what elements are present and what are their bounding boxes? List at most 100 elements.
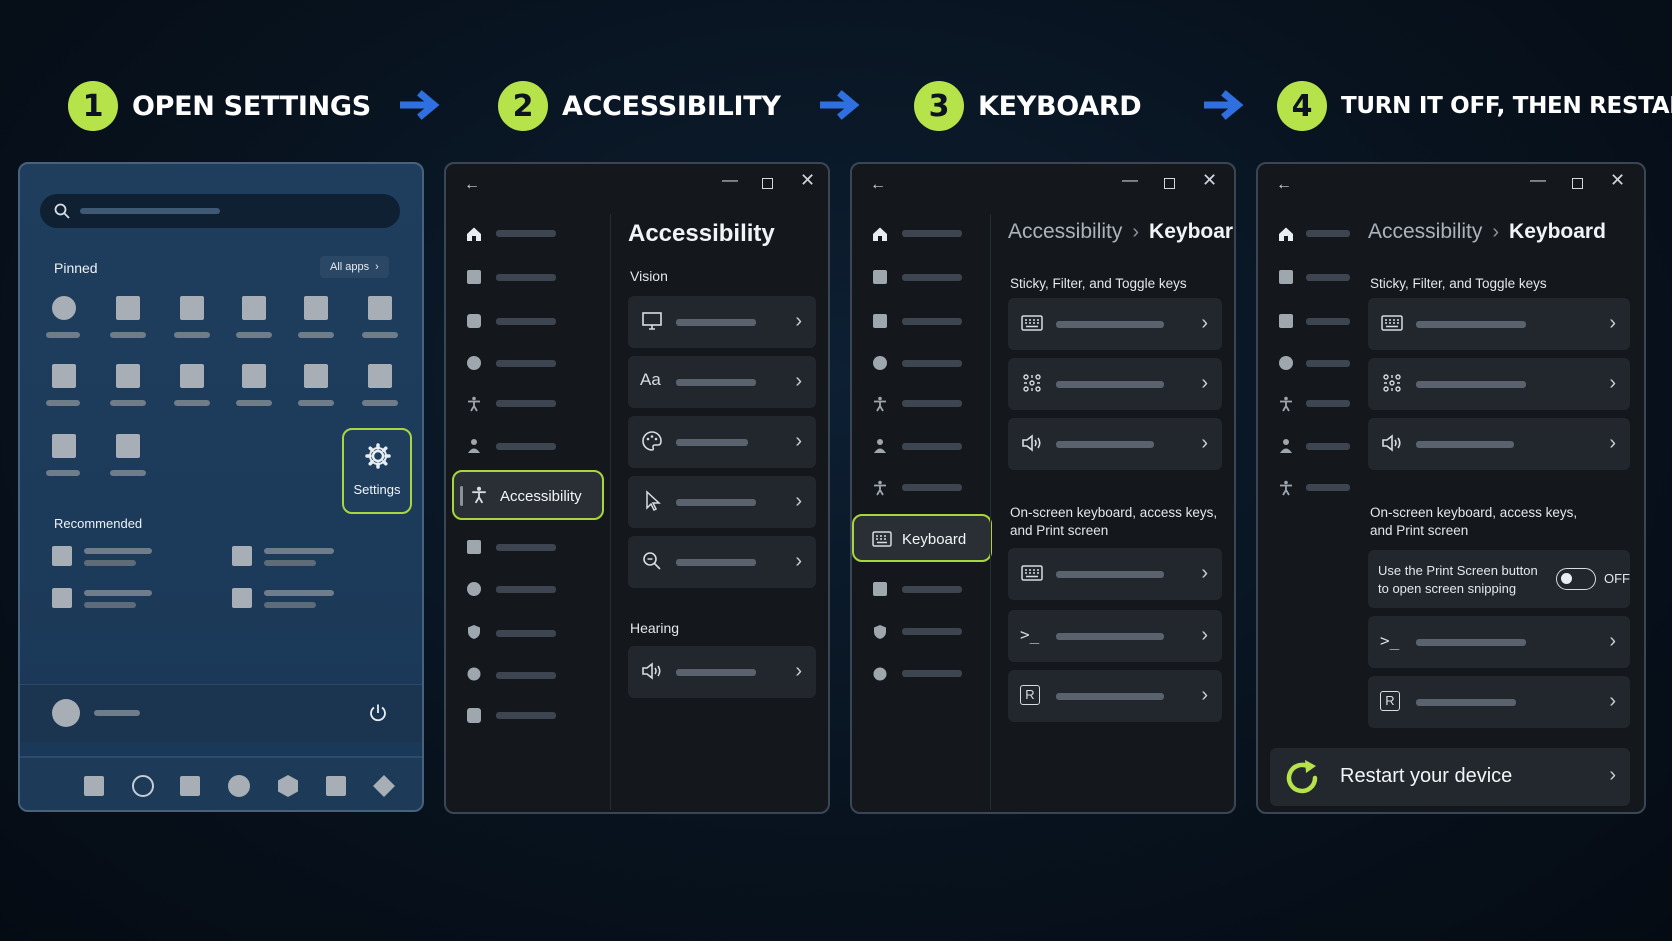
sidebar-item[interactable]	[496, 274, 556, 281]
taskbar-app-icon[interactable]	[326, 776, 346, 796]
pinned-app-label	[174, 332, 210, 338]
maximize-icon[interactable]	[762, 178, 773, 189]
keyboard-setting-on-screen-keyboard[interactable]: ›	[1008, 548, 1222, 600]
sidebar-item[interactable]	[1306, 484, 1350, 491]
keyboard-setting-print-screen[interactable]: R ›	[1368, 676, 1630, 728]
sidebar-item[interactable]	[496, 318, 556, 325]
close-icon[interactable]: ✕	[1202, 170, 1217, 191]
maximize-icon[interactable]	[1572, 178, 1583, 189]
sidebar-item[interactable]	[1306, 318, 1350, 325]
keyboard-setting-toggle-keys[interactable]: ›	[1008, 418, 1222, 470]
sidebar-item[interactable]	[1306, 360, 1350, 367]
pinned-app-icon[interactable]	[52, 364, 76, 388]
taskbar-diamond-icon[interactable]	[372, 774, 396, 798]
keyboard-setting-filter-keys[interactable]: ›	[1008, 358, 1222, 410]
recommended-item-icon[interactable]	[52, 588, 72, 608]
chevron-right-icon: ›	[1201, 372, 1208, 394]
sidebar-item[interactable]	[902, 628, 962, 635]
breadcrumb-current: Keyboard	[1149, 220, 1234, 243]
sidebar-item[interactable]	[496, 630, 556, 637]
taskbar-app-icon[interactable]	[228, 775, 250, 797]
recommended-item-icon[interactable]	[232, 546, 252, 566]
power-icon[interactable]	[368, 703, 388, 723]
vision-setting-mouse-pointer[interactable]: ›	[628, 476, 816, 528]
pinned-app-icon[interactable]	[368, 364, 392, 388]
sidebar-item[interactable]	[902, 400, 962, 407]
close-icon[interactable]: ✕	[800, 170, 815, 191]
maximize-icon[interactable]	[1164, 178, 1175, 189]
sidebar-item[interactable]	[496, 672, 556, 679]
taskbar-hexagon-icon[interactable]	[276, 774, 300, 798]
sidebar-item[interactable]	[496, 544, 556, 551]
sidebar-item[interactable]	[902, 443, 962, 450]
sidebar-item[interactable]	[902, 484, 962, 491]
keyboard-setting-sticky-keys[interactable]: ›	[1368, 298, 1630, 350]
chevron-right-icon: ›	[795, 660, 802, 682]
sidebar-item[interactable]	[1306, 274, 1350, 281]
keyboard-setting-filter-keys[interactable]: ›	[1368, 358, 1630, 410]
keyboard-setting-print-screen[interactable]: R ›	[1008, 670, 1222, 722]
pinned-app-icon[interactable]	[304, 364, 328, 388]
sidebar-item[interactable]	[1306, 443, 1350, 450]
keyboard-setting-access-keys[interactable]: >_ ›	[1368, 616, 1630, 668]
sidebar-item[interactable]	[902, 318, 962, 325]
all-apps-button[interactable]: All apps ›	[320, 256, 389, 278]
pinned-app-icon[interactable]	[242, 296, 266, 320]
taskbar-app-icon[interactable]	[84, 776, 104, 796]
keyboard-setting-sticky-keys[interactable]: ›	[1008, 298, 1222, 350]
vision-setting-display[interactable]: ›	[628, 296, 816, 348]
vision-setting-text-size[interactable]: Aa ›	[628, 356, 816, 408]
pinned-app-icon[interactable]	[180, 296, 204, 320]
minimize-icon[interactable]: —	[1530, 172, 1546, 190]
sidebar-item[interactable]	[496, 712, 556, 719]
sidebar-item-home[interactable]	[902, 230, 962, 237]
pinned-app-icon[interactable]	[242, 364, 266, 388]
pinned-app-icon[interactable]	[116, 364, 140, 388]
sidebar-item[interactable]	[902, 274, 962, 281]
cursor-icon	[646, 490, 661, 512]
start-search-input[interactable]	[40, 194, 400, 228]
breadcrumb-parent[interactable]: Accessibility	[1368, 220, 1482, 243]
toggle-state-label: OFF	[1604, 571, 1630, 586]
sidebar-item[interactable]	[496, 360, 556, 367]
taskbar-app-icon[interactable]	[180, 776, 200, 796]
recommended-item-icon[interactable]	[52, 546, 72, 566]
close-icon[interactable]: ✕	[1610, 170, 1625, 191]
recommended-item-icon[interactable]	[232, 588, 252, 608]
sidebar-item[interactable]	[1306, 400, 1350, 407]
pinned-app-icon[interactable]	[368, 296, 392, 320]
pinned-app-icon[interactable]	[116, 296, 140, 320]
pinned-app-icon[interactable]	[52, 296, 76, 320]
vision-setting-magnifier[interactable]: ›	[628, 536, 816, 588]
sidebar-item[interactable]	[902, 670, 962, 677]
print-screen-toggle[interactable]	[1556, 568, 1596, 590]
vision-setting-visual-effects[interactable]: ›	[628, 416, 816, 468]
sidebar-item[interactable]	[902, 586, 962, 593]
pinned-app-icon[interactable]	[52, 434, 76, 458]
back-arrow-icon[interactable]: ←	[464, 176, 480, 194]
pinned-app-icon[interactable]	[116, 434, 140, 458]
minimize-icon[interactable]: —	[1122, 172, 1138, 190]
sidebar-item[interactable]	[496, 443, 556, 450]
sidebar-item-keyboard[interactable]: Keyboard	[852, 514, 992, 562]
breadcrumb-parent[interactable]: Accessibility	[1008, 220, 1122, 243]
sidebar-item-home[interactable]	[496, 230, 556, 237]
pinned-app-icon[interactable]	[304, 296, 328, 320]
sidebar-item-accessibility[interactable]: Accessibility	[452, 470, 604, 520]
taskbar-search-icon[interactable]	[132, 775, 154, 797]
keyboard-setting-access-keys[interactable]: >_ ›	[1008, 610, 1222, 662]
back-arrow-icon[interactable]: ←	[1276, 176, 1292, 194]
avatar[interactable]	[52, 699, 80, 727]
chevron-right-icon: ›	[1201, 312, 1208, 334]
keyboard-setting-toggle-keys[interactable]: ›	[1368, 418, 1630, 470]
sidebar-item[interactable]	[902, 360, 962, 367]
minimize-icon[interactable]: —	[722, 172, 738, 190]
settings-app-tile[interactable]: Settings	[342, 428, 412, 514]
sidebar-item[interactable]	[496, 586, 556, 593]
restart-device-button[interactable]: Restart your device ›	[1270, 748, 1630, 806]
pinned-app-icon[interactable]	[180, 364, 204, 388]
sidebar-item-home[interactable]	[1306, 230, 1350, 237]
sidebar-item[interactable]	[496, 400, 556, 407]
back-arrow-icon[interactable]: ←	[870, 176, 886, 194]
hearing-setting-audio[interactable]: ›	[628, 646, 816, 698]
